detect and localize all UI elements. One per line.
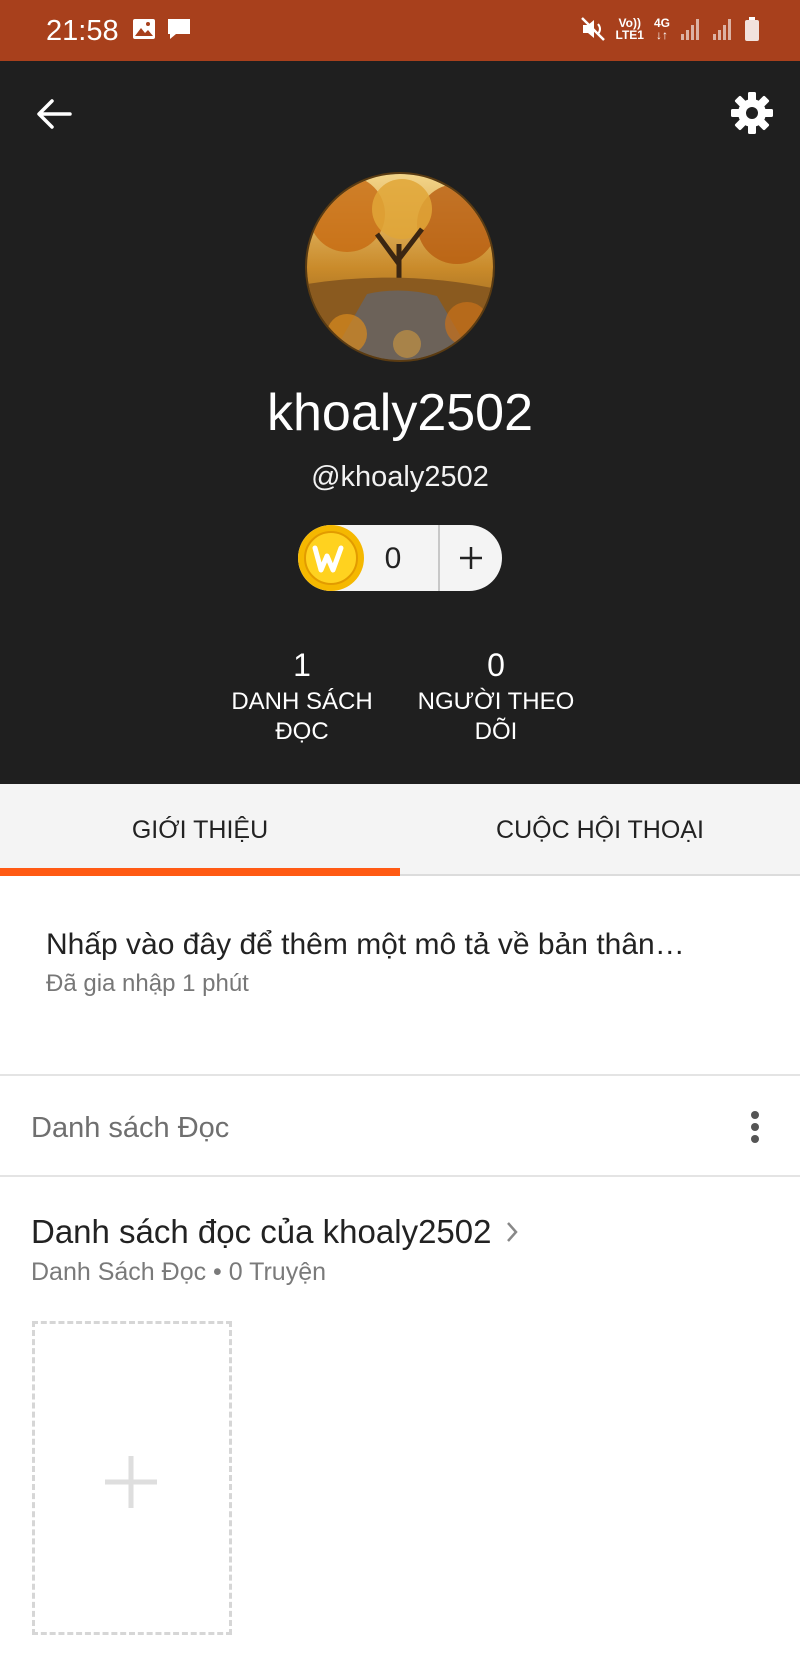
add-description-prompt[interactable]: Nhấp vào đây để thêm một mô tả về bản th…	[46, 928, 685, 962]
profile-handle: @khoaly2502	[311, 461, 489, 493]
reading-lists-header: Danh sách Đọc	[0, 1077, 800, 1177]
coin-count: 0	[384, 542, 402, 575]
profile-header: khoaly2502 @khoaly2502 0 1 DANH SÁCH ĐỌC …	[0, 61, 800, 784]
profile-tabs: GIỚI THIỆU CUỘC HỘI THOẠI	[0, 784, 800, 876]
reading-lists-title: Danh sách Đọc	[31, 1112, 230, 1144]
battery-icon	[745, 17, 759, 41]
volte-icon: Vo)) LTE1	[615, 16, 644, 42]
coin-icon	[298, 525, 364, 591]
back-arrow-icon[interactable]	[34, 94, 74, 134]
reading-list-title[interactable]: Danh sách đọc của khoaly2502	[31, 1213, 522, 1251]
about-section: Nhấp vào đây để thêm một mô tả về bản th…	[0, 878, 800, 1076]
reading-list-subtitle: Danh Sách Đọc • 0 Truyện	[31, 1258, 327, 1286]
signal-icon	[713, 19, 731, 40]
mute-icon	[580, 17, 605, 41]
tab-conversations[interactable]: CUỘC HỘI THOẠI	[400, 784, 800, 876]
chevron-right-icon	[506, 1222, 518, 1242]
autumn-photo	[307, 174, 493, 360]
stat-label: NGƯỜI THEO DÕI	[417, 688, 575, 745]
gear-icon[interactable]	[730, 91, 774, 135]
joined-date: Đã gia nhập 1 phút	[46, 970, 249, 997]
active-tab-indicator	[0, 868, 400, 876]
stat-value: 1	[293, 647, 311, 683]
image-icon	[133, 19, 155, 39]
reading-list-name: Danh sách đọc của khoaly2502	[31, 1213, 492, 1250]
status-bar: 21:58 Vo)) LTE1 4G ↓↑	[0, 0, 800, 61]
stat-followers[interactable]: 0 NGƯỜI THEO DÕI	[401, 647, 591, 747]
message-icon	[168, 19, 190, 39]
4g-icon: 4G ↓↑	[653, 16, 670, 42]
stat-value: 0	[487, 647, 505, 683]
avatar[interactable]	[305, 172, 495, 362]
status-time: 21:58	[46, 15, 119, 47]
tab-about[interactable]: GIỚI THIỆU	[0, 784, 400, 876]
stat-reading-lists[interactable]: 1 DANH SÁCH ĐỌC	[207, 647, 397, 747]
stat-label: DANH SÁCH ĐỌC	[231, 688, 373, 745]
add-coins-plus-icon[interactable]	[440, 525, 502, 591]
more-options-icon[interactable]	[740, 1107, 770, 1147]
plus-icon	[105, 1456, 157, 1508]
profile-username: khoaly2502	[267, 384, 533, 442]
add-story-placeholder[interactable]	[32, 1321, 232, 1635]
signal-icon	[681, 19, 699, 40]
coin-balance-pill[interactable]: 0	[298, 525, 502, 591]
